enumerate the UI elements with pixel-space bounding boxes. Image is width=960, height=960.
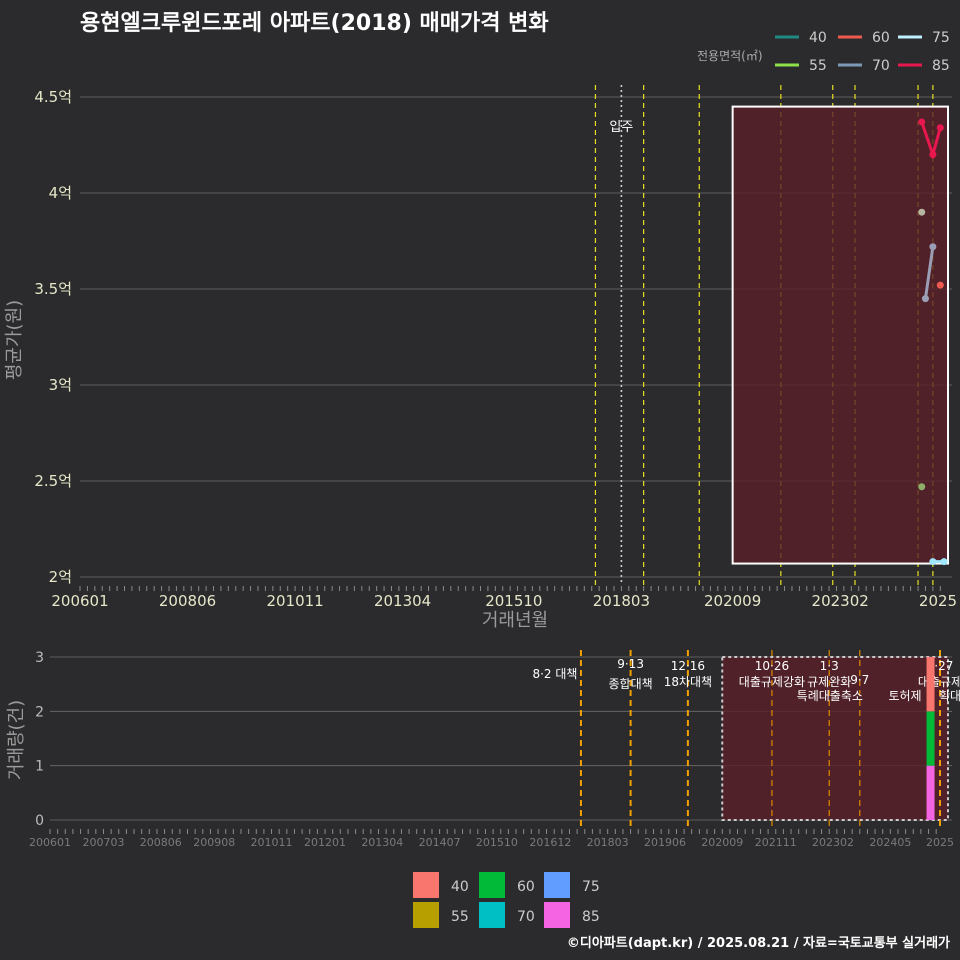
legend-key-75	[544, 872, 570, 898]
movein-annotation: 입주	[609, 120, 633, 135]
legend-key-60	[479, 872, 505, 898]
x-tick-label: 2025	[919, 592, 957, 610]
legend-key-label-75: 75	[582, 879, 600, 895]
bar-segment-85	[926, 765, 935, 820]
x-tick-label-volume: 200908	[193, 836, 235, 849]
x-tick-label: 201011	[266, 592, 323, 610]
x-tick-label: 202009	[704, 592, 761, 610]
x-tick-label: 200806	[159, 592, 216, 610]
x-tick-label-volume: 201011	[251, 836, 293, 849]
y-tick-label: 4.5억	[34, 88, 72, 106]
x-tick-label-volume: 202302	[812, 836, 854, 849]
y-tick-label: 2억	[49, 568, 72, 586]
data-point-85	[936, 124, 944, 132]
event-label-name: 특례대출축소	[797, 689, 863, 703]
x-tick-label: 200601	[51, 592, 108, 610]
caption: ©디아파트(dapt.kr) / 2025.08.21 / 자료=국토교통부 실…	[567, 935, 950, 951]
x-tick-label: 201803	[593, 592, 650, 610]
x-tick-label: 202302	[812, 592, 869, 610]
x-tick-label-volume: 200703	[82, 836, 124, 849]
y-tick-label-volume: 3	[35, 650, 44, 666]
x-tick-label-volume: 201510	[476, 836, 518, 849]
y-tick-label-volume: 2	[35, 704, 44, 720]
y-tick-label: 2.5억	[34, 472, 72, 490]
legend-title: 전용면적(㎡)	[697, 49, 763, 63]
event-label: 8·2 대책	[532, 666, 577, 681]
chart-root: 용현엘크루윈드포레 아파트(2018) 매매가격 변화 전용면적(㎡) 40 60…	[0, 0, 960, 960]
x-tick-label-volume: 202405	[869, 836, 911, 849]
highlight-box	[731, 105, 949, 565]
event-label-name: 대출규제강화	[739, 675, 805, 689]
x-tick-label-volume: 202009	[701, 836, 743, 849]
y-tick-label: 3억	[49, 376, 72, 394]
legend-label-55: 55	[809, 58, 827, 74]
x-tick-label-volume: 201304	[361, 836, 403, 849]
legend-key-label-60: 60	[517, 879, 535, 895]
event-label-name: 대출규제	[918, 675, 960, 689]
x-tick-label-volume: 201803	[587, 836, 629, 849]
x-axis-label: 거래년월	[482, 610, 548, 631]
legend-key-label-70: 70	[517, 909, 535, 925]
legend-label-75: 75	[932, 30, 950, 46]
data-point-70b	[918, 208, 926, 216]
y-tick-label: 3.5억	[34, 280, 72, 298]
data-point-85	[918, 118, 926, 126]
data-point-85	[929, 151, 937, 159]
legend-label-40: 40	[809, 30, 827, 46]
chart-title: 용현엘크루윈드포레 아파트(2018) 매매가격 변화	[80, 11, 549, 36]
y-tick-label-volume: 1	[35, 759, 44, 775]
data-point-70	[921, 295, 929, 303]
legend-key-label-55: 55	[451, 909, 469, 925]
legend-key-85	[544, 902, 570, 928]
bar-segment-60	[926, 711, 935, 766]
legend-key-label-40: 40	[451, 879, 469, 895]
event-label-date: 9·13	[617, 657, 644, 671]
x-tick-label-volume: 200601	[29, 836, 71, 849]
x-tick-label: 201510	[485, 592, 542, 610]
x-tick-label-volume: 2025	[926, 836, 954, 849]
data-point-55	[918, 483, 926, 491]
legend-label-70: 70	[872, 58, 890, 74]
x-tick-label-volume: 201612	[529, 836, 571, 849]
x-tick-label-volume: 201906	[644, 836, 686, 849]
legend-key-40	[413, 872, 439, 898]
y-axis-label: 평균가(원)	[4, 300, 25, 380]
y-axis-label-volume: 거래량(건)	[6, 700, 27, 780]
data-point-40	[940, 558, 948, 566]
x-tick-label-volume: 201201	[304, 836, 346, 849]
event-extra-label: 토허제	[888, 689, 921, 703]
data-point-60	[936, 281, 944, 289]
x-tick-label: 201304	[374, 592, 431, 610]
legend-key-label-85: 85	[582, 909, 600, 925]
event-label-name: 18차대책	[664, 674, 712, 689]
legend-label-85: 85	[932, 58, 950, 74]
bar-segment-40	[926, 657, 935, 712]
event-label-name: 종합대책	[609, 676, 653, 691]
event-label-date: 9·7	[850, 673, 869, 687]
event-label-date: 10·26	[755, 659, 789, 673]
data-point-40	[929, 558, 937, 566]
legend-key-70	[479, 902, 505, 928]
x-tick-label-volume: 200806	[140, 836, 182, 849]
legend-label-60: 60	[872, 30, 890, 46]
event-label-name: 규제완화	[807, 675, 851, 689]
event-label-date: 1·3	[820, 659, 839, 673]
event-extra-label: 확대	[939, 689, 960, 703]
y-tick-label-volume: 0	[35, 813, 44, 829]
event-label-date: 12·16	[671, 659, 705, 673]
legend-key-55	[413, 902, 439, 928]
data-point-70	[929, 243, 937, 251]
x-tick-label-volume: 201407	[419, 836, 461, 849]
y-tick-label: 4억	[49, 184, 72, 202]
x-tick-label-volume: 202111	[755, 836, 797, 849]
